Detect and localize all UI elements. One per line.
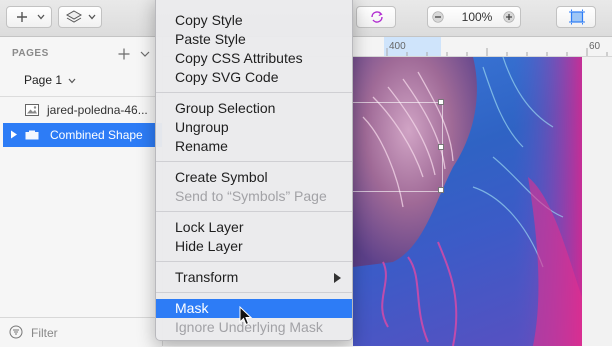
filter-icon <box>9 325 23 339</box>
filter-label: Filter <box>31 326 58 340</box>
layer-label: jared-poledna-46... <box>47 103 148 117</box>
pages-header: PAGES <box>12 48 49 59</box>
page-name-label: Page 1 <box>24 73 63 87</box>
combined-shape-icon <box>25 130 39 140</box>
jellyfish-illustration <box>353 57 582 346</box>
image-layer-icon <box>25 104 39 116</box>
resize-handle-top-right[interactable] <box>438 99 444 105</box>
menu-item-copy-style[interactable]: Copy Style <box>156 11 352 30</box>
add-page-icon[interactable] <box>118 48 130 60</box>
zoom-level: 100% <box>461 10 493 24</box>
menu-item-copy-css-attributes[interactable]: Copy CSS Attributes <box>156 49 352 68</box>
menu-separator <box>156 292 352 293</box>
filter-bar[interactable]: Filter <box>0 317 162 347</box>
menu-item-rename[interactable]: Rename <box>156 137 352 156</box>
zoom-in-icon[interactable] <box>503 11 515 23</box>
jellyfish-image[interactable] <box>353 57 582 346</box>
artboard-icon <box>569 9 585 25</box>
collapse-pages-icon[interactable] <box>140 51 150 58</box>
context-menu: Copy Style Paste Style Copy CSS Attribut… <box>155 0 353 341</box>
menu-item-transform[interactable]: Transform <box>156 268 352 287</box>
selection-bounds <box>353 102 443 192</box>
current-page-selector[interactable]: Page 1 <box>24 73 76 87</box>
chevron-down-icon <box>88 14 96 20</box>
menu-item-copy-svg-code[interactable]: Copy SVG Code <box>156 68 352 87</box>
chevron-down-icon <box>37 14 45 20</box>
ruler-label-600: 60 <box>589 41 601 52</box>
menu-item-ignore-underlying-mask: Ignore Underlying Mask <box>175 319 323 335</box>
insert-button[interactable] <box>6 6 52 28</box>
plus-icon <box>17 12 27 22</box>
resize-handle-bottom-right[interactable] <box>438 187 444 193</box>
layer-row-image[interactable]: jared-poledna-46... <box>0 98 162 122</box>
menu-item-ungroup[interactable]: Ungroup <box>156 118 352 137</box>
menu-item-create-symbol[interactable]: Create Symbol <box>156 168 352 187</box>
chevron-down-icon <box>68 78 76 84</box>
pages-divider <box>0 96 162 97</box>
resize-handle-middle-right[interactable] <box>438 144 444 150</box>
menu-separator <box>156 161 352 162</box>
zoom-out-icon[interactable] <box>432 11 444 23</box>
menu-separator <box>156 211 352 212</box>
layers-sidebar: PAGES Page 1 jared-poledna-46... Combine… <box>0 37 163 347</box>
disclosure-triangle-icon[interactable] <box>10 130 18 139</box>
menu-item-send-to-symbols-page: Send to “Symbols” Page <box>175 188 327 204</box>
menu-item-paste-style[interactable]: Paste Style <box>156 30 352 49</box>
menu-separator <box>156 92 352 93</box>
rotate-button[interactable] <box>356 6 396 28</box>
menu-item-mask[interactable]: Mask <box>156 299 352 318</box>
layers-menu-button[interactable] <box>58 6 102 28</box>
layer-label: Combined Shape <box>50 128 143 142</box>
menu-item-group-selection[interactable]: Group Selection <box>156 99 352 118</box>
menu-separator <box>156 261 352 262</box>
rotate-icon <box>371 11 383 23</box>
menu-item-label: Transform <box>175 269 239 285</box>
menu-item-hide-layer[interactable]: Hide Layer <box>156 237 352 256</box>
submenu-arrow-icon <box>334 273 341 283</box>
layer-row-combined-shape[interactable]: Combined Shape <box>3 123 162 147</box>
stack-icon <box>66 10 82 23</box>
artboard-button[interactable] <box>556 6 596 28</box>
menu-item-lock-layer[interactable]: Lock Layer <box>156 218 352 237</box>
mouse-pointer-icon <box>239 306 253 326</box>
ruler-label-400: 400 <box>389 41 406 52</box>
